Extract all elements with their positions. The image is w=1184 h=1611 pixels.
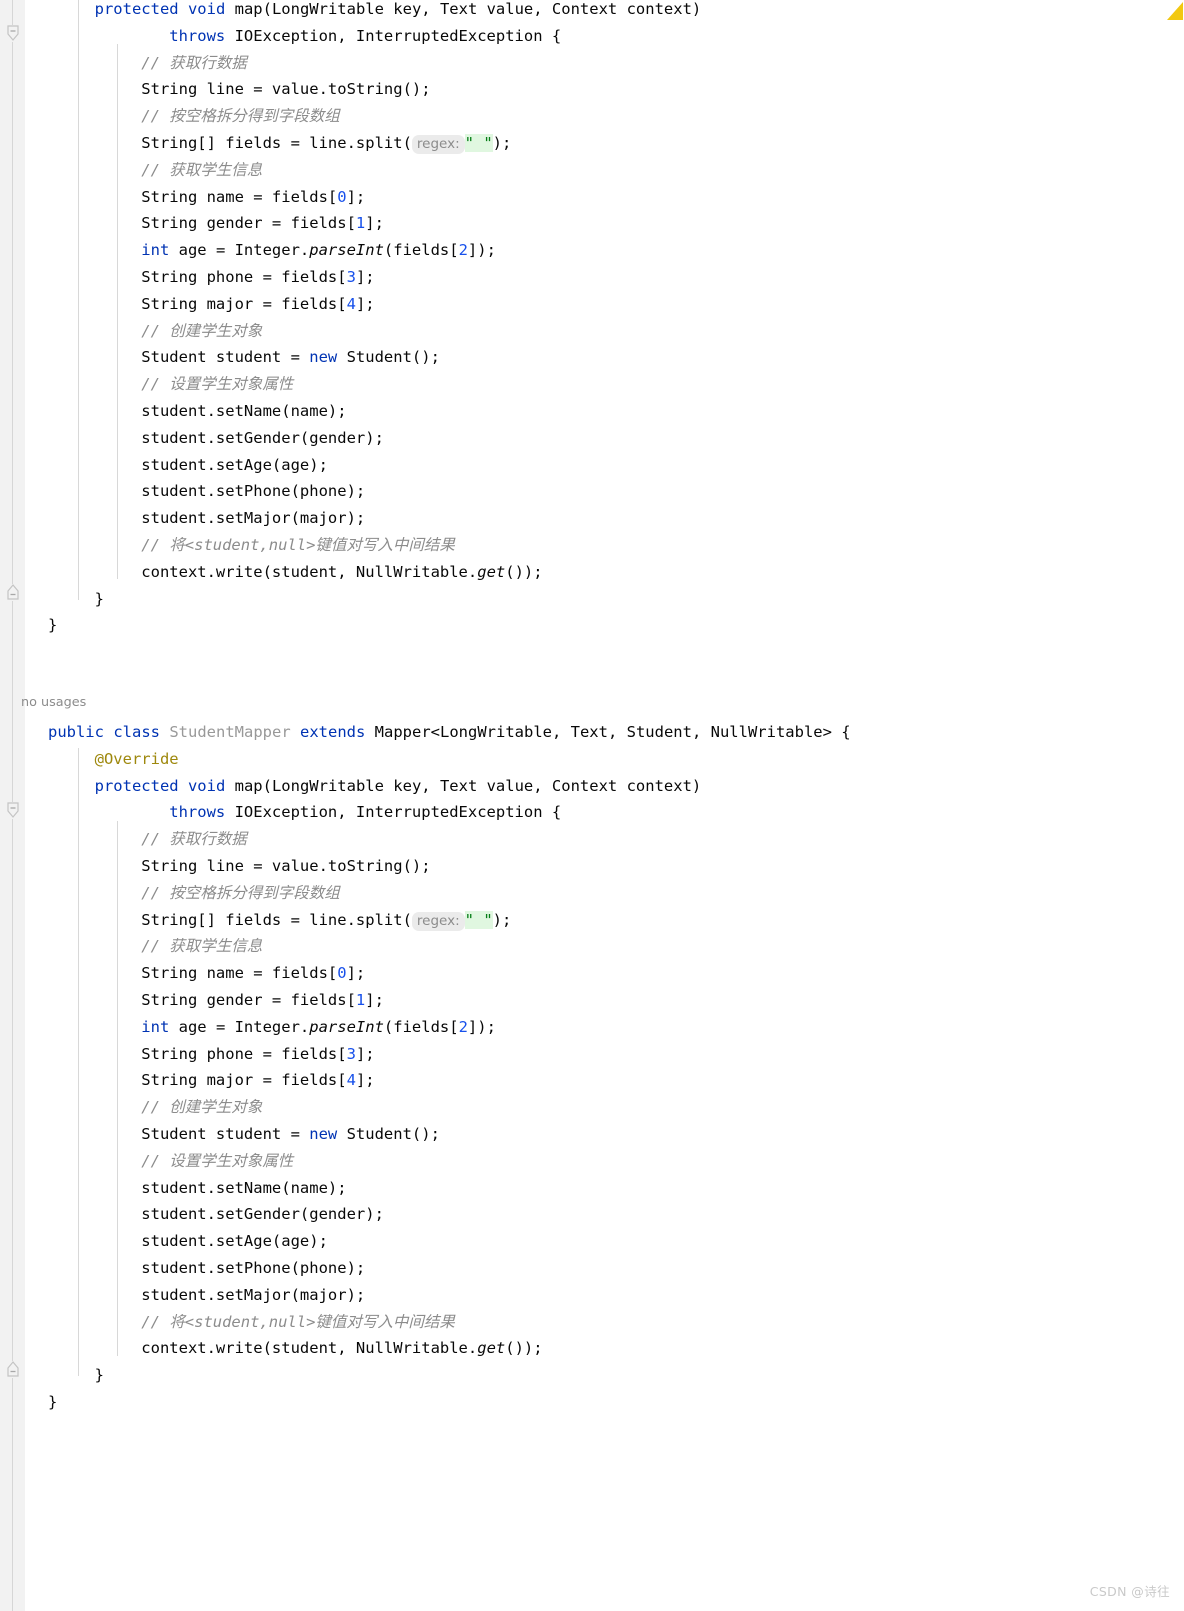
code-token-str: " "	[464, 910, 493, 929]
code-token-kw: extends	[300, 723, 366, 741]
code-token: String gender = fields[	[141, 991, 356, 1009]
code-line[interactable]: // 创建学生对象	[141, 1094, 262, 1121]
code-line[interactable]: String major = fields[4];	[141, 1067, 374, 1094]
code-token-anno: @Override	[94, 749, 179, 768]
code-token: (LongWritable key, Text value, Context c…	[262, 776, 702, 795]
code-token-num: 4	[346, 1071, 356, 1090]
code-line[interactable]: // 获取学生信息	[141, 933, 262, 960]
code-token-cmt: // 获取行数据	[141, 830, 247, 849]
code-token: student.setName(name);	[141, 1178, 347, 1197]
code-line[interactable]: // 设置学生对象属性	[141, 1148, 293, 1175]
code-token: student.setGender(gender);	[141, 1205, 384, 1224]
code-token-ital: parseInt	[309, 1017, 384, 1036]
code-token: String phone = fields[	[141, 1044, 347, 1063]
code-token-kw: void	[187, 776, 226, 795]
code-token-cmt: // 设置学生对象属性	[141, 1151, 294, 1170]
code-line[interactable]: student.setGender(gender);	[141, 1201, 384, 1228]
code-token-kw: public	[47, 723, 104, 741]
code-token-num: 0	[337, 964, 347, 983]
code-token: context.write(student, NullWritable.	[141, 1339, 478, 1358]
code-token: String major = fields[	[141, 1071, 347, 1090]
code-token: String[] fields = line.split(	[141, 910, 412, 929]
code-line[interactable]: String[] fields = line.split(regex: " ");	[141, 907, 511, 935]
code-token-cmt: // 按空格拆分得到字段数组	[141, 883, 340, 902]
code-token: ];	[355, 1071, 375, 1090]
warning-triangle-icon[interactable]	[1164, 0, 1184, 26]
code-token: ];	[365, 991, 384, 1009]
code-token-meth: map	[234, 776, 263, 795]
code-token-cmt: // 将<student,null>键值对写入中间结果	[141, 1312, 455, 1331]
code-token: Student student =	[141, 1125, 310, 1143]
code-line[interactable]: String gender = fields[1];	[141, 987, 384, 1014]
code-token: student.setPhone(phone);	[141, 1259, 366, 1277]
code-token-num: 2	[458, 1017, 468, 1036]
code-line[interactable]: }	[95, 1362, 104, 1389]
code-token: Student();	[337, 1125, 440, 1143]
code-token-kw: throws	[169, 803, 226, 822]
ide-editor-screen: protected void map(LongWritable key, Tex…	[0, 0, 1184, 1611]
code-token: student.setAge(age);	[141, 1232, 328, 1251]
code-line[interactable]: }	[48, 1389, 57, 1416]
code-token: );	[492, 910, 512, 929]
code-token: String line = value.toString();	[141, 857, 431, 875]
code-token-kw: new	[309, 1125, 338, 1143]
code-line[interactable]: // 按空格拆分得到字段数组	[141, 880, 340, 907]
code-line[interactable]: context.write(student, NullWritable.get(…	[141, 1335, 542, 1362]
code-line[interactable]: @Override	[95, 746, 179, 773]
code-token: IOException, InterruptedException {	[225, 803, 562, 822]
code-token-cmt: // 获取学生信息	[141, 937, 263, 956]
code-token-hint: regex:	[411, 911, 465, 931]
code-line[interactable]: String phone = fields[3];	[141, 1041, 374, 1068]
code-token: Mapper<LongWritable, Text, Student, Null…	[365, 723, 851, 741]
code-token: student.setMajor(major);	[141, 1285, 366, 1304]
code-token-num: 1	[355, 991, 366, 1009]
code-token-dim: StudentMapper	[169, 723, 291, 741]
code-line[interactable]: protected void map(LongWritable key, Tex…	[95, 773, 702, 800]
code-line[interactable]: String name = fields[0];	[141, 960, 365, 987]
code-token: ]);	[467, 1017, 496, 1036]
code-block-class[interactable]: public class StudentMapper extends Mappe…	[0, 0, 1184, 1611]
code-line[interactable]: student.setName(name);	[141, 1175, 346, 1202]
code-token: String name = fields[	[141, 964, 338, 983]
code-line[interactable]: public class StudentMapper extends Mappe…	[48, 719, 851, 746]
code-line[interactable]: student.setPhone(phone);	[141, 1255, 365, 1282]
code-token-kw: class	[113, 723, 160, 741]
code-token-ital: get	[477, 1339, 506, 1358]
code-line[interactable]: student.setAge(age);	[141, 1228, 328, 1255]
code-line[interactable]: // 将<student,null>键值对写入中间结果	[141, 1309, 455, 1336]
code-line[interactable]: // 获取行数据	[141, 826, 247, 853]
code-line[interactable]: student.setMajor(major);	[141, 1282, 365, 1309]
code-token-kw: protected	[94, 776, 179, 795]
code-token: }	[94, 1366, 104, 1385]
code-token-num: 3	[346, 1044, 356, 1063]
code-token: }	[47, 1393, 58, 1411]
code-token: age = Integer.	[169, 1017, 310, 1036]
code-line[interactable]: String line = value.toString();	[141, 853, 430, 880]
code-token: ];	[355, 1044, 375, 1063]
code-line[interactable]: int age = Integer.parseInt(fields[2]);	[141, 1014, 496, 1041]
code-line[interactable]: throws IOException, InterruptedException…	[169, 799, 561, 826]
code-token: (fields[	[383, 1017, 459, 1036]
code-line[interactable]: Student student = new Student();	[141, 1121, 440, 1148]
code-token-kw: int	[141, 1017, 170, 1036]
code-token: ];	[346, 964, 366, 983]
code-token: ());	[505, 1339, 543, 1358]
watermark-csdn: CSDN @诗往	[1089, 1584, 1170, 1599]
code-token-cmt: // 创建学生对象	[141, 1098, 263, 1117]
